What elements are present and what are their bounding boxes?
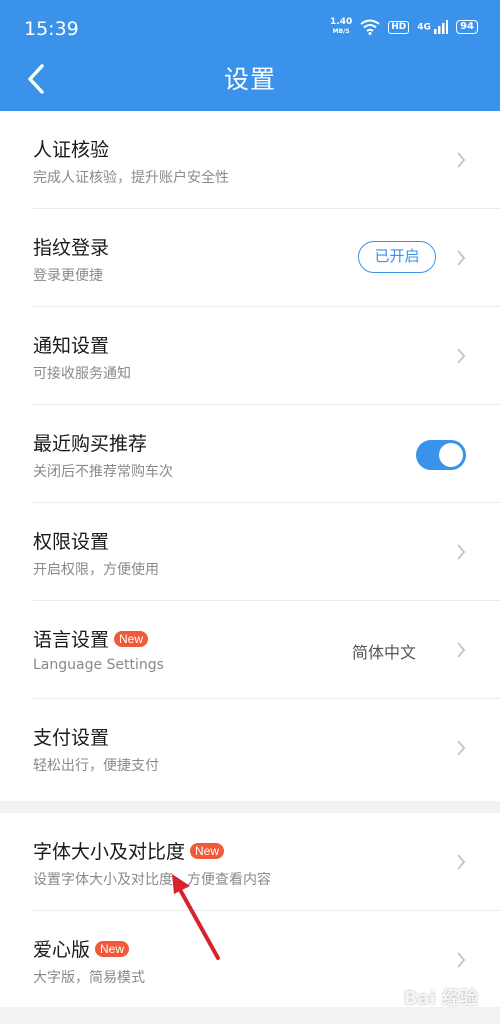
- chevron-right-icon: [457, 740, 466, 756]
- chevron-right-icon: [457, 348, 466, 364]
- status-pill: 已开启: [358, 241, 436, 273]
- language-value: 简体中文: [351, 643, 416, 662]
- setting-title: 最近购买推荐: [33, 433, 148, 455]
- settings-group-accessibility: 字体大小及对比度 New 设置字体大小及对比度，方便查看内容 爱心版 New 大…: [0, 813, 500, 1007]
- settings-group-main: 人证核验 完成人证核验，提升账户安全性 指纹登录 登录更便捷 已开启 通知设置 …: [0, 111, 500, 801]
- battery-icon: 94: [456, 20, 478, 34]
- cellular-signal-icon: 4G: [417, 20, 449, 34]
- chevron-right-icon: [457, 544, 466, 560]
- toggle-knob: [439, 443, 463, 467]
- setting-font-size-contrast[interactable]: 字体大小及对比度 New 设置字体大小及对比度，方便查看内容: [0, 813, 500, 911]
- new-badge: New: [190, 842, 225, 859]
- setting-title: 指纹登录: [33, 237, 110, 259]
- status-icons: 1.40 MB/S HD 4G 94: [330, 18, 478, 36]
- setting-payment[interactable]: 支付设置 轻松出行，便捷支付: [0, 699, 500, 797]
- setting-notifications[interactable]: 通知设置 可接收服务通知: [0, 307, 500, 405]
- setting-recent-purchase-recommend: 最近购买推荐 关闭后不推荐常购车次: [0, 405, 500, 503]
- setting-title: 通知设置: [33, 335, 110, 357]
- setting-identity-verification[interactable]: 人证核验 完成人证核验，提升账户安全性: [0, 111, 500, 209]
- chevron-right-icon: [457, 854, 466, 870]
- watermark: Bai 经验: [403, 988, 478, 1009]
- setting-subtitle: Language Settings: [33, 657, 164, 673]
- new-badge: New: [95, 940, 130, 957]
- setting-subtitle: 可接收服务通知: [33, 366, 131, 382]
- setting-subtitle: 登录更便捷: [33, 268, 103, 284]
- recommend-toggle[interactable]: [416, 440, 466, 470]
- setting-subtitle: 关闭后不推荐常购车次: [33, 464, 173, 480]
- chevron-right-icon: [457, 952, 466, 968]
- setting-fingerprint-login[interactable]: 指纹登录 登录更便捷 已开启: [0, 209, 500, 307]
- new-badge: New: [114, 630, 149, 647]
- status-time: 15:39: [24, 18, 79, 40]
- app-header: 15:39 1.40 MB/S HD 4G 94 设置: [0, 0, 500, 111]
- status-bar: 15:39 1.40 MB/S HD 4G 94: [0, 0, 500, 50]
- hd-icon: HD: [388, 20, 410, 34]
- chevron-right-icon: [457, 152, 466, 168]
- setting-subtitle: 轻松出行，便捷支付: [33, 758, 159, 774]
- setting-permissions[interactable]: 权限设置 开启权限，方便使用: [0, 503, 500, 601]
- setting-language[interactable]: 语言设置 New Language Settings 简体中文: [0, 601, 500, 699]
- page-title: 设置: [223, 65, 276, 94]
- wifi-icon: [360, 19, 380, 35]
- setting-title: 支付设置: [33, 727, 110, 749]
- setting-title: 语言设置: [33, 629, 110, 651]
- chevron-right-icon: [457, 250, 466, 266]
- setting-title: 字体大小及对比度: [33, 841, 186, 863]
- setting-title: 爱心版: [33, 939, 91, 961]
- setting-title: 权限设置: [33, 531, 110, 553]
- setting-subtitle: 大字版，简易模式: [33, 970, 145, 986]
- chevron-right-icon: [457, 642, 466, 658]
- setting-subtitle: 开启权限，方便使用: [33, 562, 159, 578]
- setting-title: 人证核验: [33, 139, 110, 161]
- network-speed: 1.40 MB/S: [330, 17, 353, 36]
- setting-subtitle: 设置字体大小及对比度，方便查看内容: [33, 872, 271, 888]
- setting-subtitle: 完成人证核验，提升账户安全性: [33, 170, 229, 186]
